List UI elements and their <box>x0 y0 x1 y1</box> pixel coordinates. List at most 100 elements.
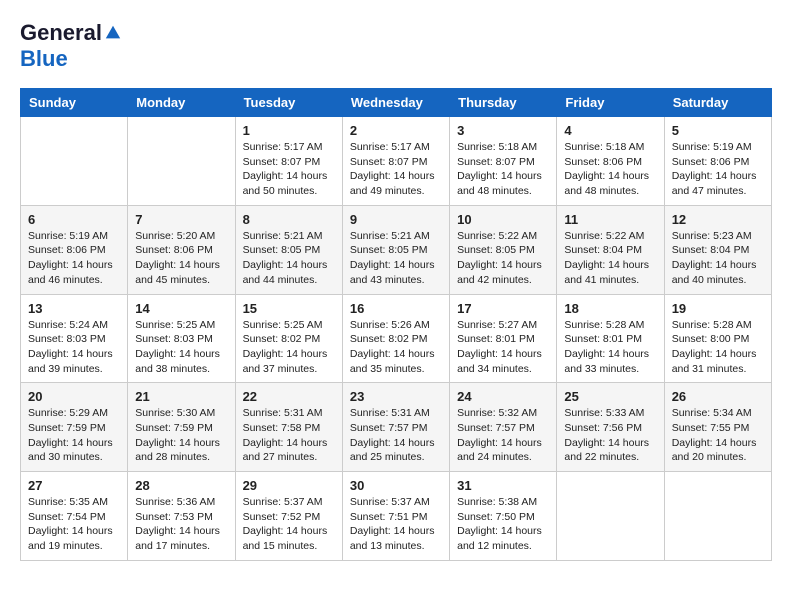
cell-line: Daylight: 14 hours and 13 minutes. <box>350 525 435 552</box>
cell-line: Sunset: 8:06 PM <box>135 244 213 256</box>
weekday-header-friday: Friday <box>557 89 664 117</box>
day-number: 8 <box>243 212 335 227</box>
calendar-cell: 17Sunrise: 5:27 AMSunset: 8:01 PMDayligh… <box>450 294 557 383</box>
cell-line: Daylight: 14 hours and 31 minutes. <box>672 348 757 375</box>
cell-content: Sunrise: 5:22 AMSunset: 8:04 PMDaylight:… <box>564 229 656 288</box>
cell-content: Sunrise: 5:31 AMSunset: 7:58 PMDaylight:… <box>243 406 335 465</box>
weekday-header-monday: Monday <box>128 89 235 117</box>
calendar-cell: 25Sunrise: 5:33 AMSunset: 7:56 PMDayligh… <box>557 383 664 472</box>
page-header: General Blue <box>20 20 772 72</box>
calendar-cell: 27Sunrise: 5:35 AMSunset: 7:54 PMDayligh… <box>21 472 128 561</box>
calendar-cell: 21Sunrise: 5:30 AMSunset: 7:59 PMDayligh… <box>128 383 235 472</box>
cell-line: Sunrise: 5:34 AM <box>672 407 752 419</box>
cell-content: Sunrise: 5:30 AM Sunset: 7:59 PM Daylight:… <box>135 406 227 465</box>
day-number: 2 <box>350 123 442 138</box>
calendar-week-3: 13Sunrise: 5:24 AMSunset: 8:03 PMDayligh… <box>21 294 772 383</box>
cell-line: Sunrise: 5:38 AM <box>457 496 537 508</box>
cell-content: Sunrise: 5:27 AMSunset: 8:01 PMDaylight:… <box>457 318 549 377</box>
cell-content: Sunrise: 5:21 AMSunset: 8:05 PMDaylight:… <box>243 229 335 288</box>
day-number: 4 <box>564 123 656 138</box>
cell-line: Sunrise: 5:28 AM <box>564 319 644 331</box>
cell-line: Sunrise: 5:17 AM <box>350 141 430 153</box>
cell-line: Sunset: 7:58 PM <box>243 422 321 434</box>
cell-line: Daylight: 14 hours and 47 minutes. <box>672 170 757 197</box>
calendar-cell: 26Sunrise: 5:34 AMSunset: 7:55 PMDayligh… <box>664 383 771 472</box>
cell-line: Sunset: 8:02 PM <box>243 333 321 345</box>
cell-content: Sunrise: 5:21 AMSunset: 8:05 PMDaylight:… <box>350 229 442 288</box>
cell-line: Daylight: 14 hours and 49 minutes. <box>350 170 435 197</box>
cell-content: Sunrise: 5:28 AM Sunset: 8:00 PM Daylight:… <box>672 318 764 377</box>
cell-line: Sunset: 8:02 PM <box>350 333 428 345</box>
day-number: 31 <box>457 478 549 493</box>
cell-line: Sunrise: 5:19 AM <box>672 141 752 153</box>
calendar-cell: 4 Sunrise: 5:18 AMSunset: 8:06 PMDaylight… <box>557 117 664 206</box>
cell-content: Sunrise: 5:19 AMSunset: 8:06 PMDaylight:… <box>28 229 120 288</box>
calendar-cell: 28Sunrise: 5:36 AMSunset: 7:53 PMDayligh… <box>128 472 235 561</box>
cell-line: Sunrise: 5:31 AM <box>350 407 430 419</box>
cell-line: Sunset: 7:57 PM <box>457 422 535 434</box>
calendar-cell: 6 Sunrise: 5:19 AMSunset: 8:06 PMDaylight… <box>21 205 128 294</box>
cell-line: Daylight: 14 hours and 44 minutes. <box>243 259 328 286</box>
calendar-cell: 14Sunrise: 5:25 AMSunset: 8:03 PMDayligh… <box>128 294 235 383</box>
cell-line: Sunrise: 5:30 AM <box>135 407 215 419</box>
cell-line: Daylight: 14 hours and 27 minutes. <box>243 437 328 464</box>
cell-line: Sunset: 8:04 PM <box>672 244 750 256</box>
cell-content: Sunrise: 5:22 AMSunset: 8:05 PMDaylight:… <box>457 229 549 288</box>
weekday-header-thursday: Thursday <box>450 89 557 117</box>
cell-content: Sunrise: 5:38 AMSunset: 7:50 PMDaylight:… <box>457 495 549 554</box>
cell-line: Daylight: 14 hours and 22 minutes. <box>564 437 649 464</box>
day-number: 14 <box>135 301 227 316</box>
day-number: 24 <box>457 389 549 404</box>
calendar-cell: 11Sunrise: 5:22 AMSunset: 8:04 PMDayligh… <box>557 205 664 294</box>
cell-content: Sunrise: 5:17 AMSunset: 8:07 PMDaylight:… <box>243 140 335 199</box>
calendar-cell: 20Sunrise: 5:29 AMSunset: 7:59 PMDayligh… <box>21 383 128 472</box>
cell-content: Sunrise: 5:37 AMSunset: 7:51 PMDaylight:… <box>350 495 442 554</box>
day-number: 6 <box>28 212 120 227</box>
calendar-cell: 3Sunrise: 5:18 AMSunset: 8:07 PMDaylight… <box>450 117 557 206</box>
cell-line: Sunset: 7:59 PM <box>135 422 213 434</box>
calendar-cell: 29Sunrise: 5:37 AMSunset: 7:52 PMDayligh… <box>235 472 342 561</box>
cell-content: Sunrise: 5:35 AMSunset: 7:54 PMDaylight:… <box>28 495 120 554</box>
calendar-cell: 23Sunrise: 5:31 AMSunset: 7:57 PMDayligh… <box>342 383 449 472</box>
calendar-cell: 1 Sunrise: 5:17 AMSunset: 8:07 PMDaylight… <box>235 117 342 206</box>
cell-line: Sunrise: 5:21 AM <box>350 230 430 242</box>
calendar-cell: 12 Sunrise: 5:23 AMSunset: 8:04 PMDayligh… <box>664 205 771 294</box>
cell-line: Sunrise: 5:18 AM <box>457 141 537 153</box>
cell-content: Sunrise: 5:32 AMSunset: 7:57 PMDaylight:… <box>457 406 549 465</box>
calendar-cell <box>128 117 235 206</box>
cell-line: Sunrise: 5:29 AM <box>28 407 108 419</box>
cell-line: Sunset: 8:00 PM <box>672 333 750 345</box>
cell-line: Sunset: 8:06 PM <box>564 156 642 168</box>
weekday-header-tuesday: Tuesday <box>235 89 342 117</box>
day-number: 20 <box>28 389 120 404</box>
cell-line: Sunset: 8:05 PM <box>350 244 428 256</box>
day-number: 5 <box>672 123 764 138</box>
cell-line: Sunset: 8:06 PM <box>28 244 106 256</box>
day-number: 9 <box>350 212 442 227</box>
cell-line: Sunrise: 5:28 AM <box>672 319 752 331</box>
cell-line: Sunset: 8:01 PM <box>564 333 642 345</box>
cell-line: Daylight: 14 hours and 37 minutes. <box>243 348 328 375</box>
calendar-cell: 16Sunrise: 5:26 AMSunset: 8:02 PMDayligh… <box>342 294 449 383</box>
cell-line: Daylight: 14 hours and 40 minutes. <box>672 259 757 286</box>
day-number: 12 <box>672 212 764 227</box>
cell-line: Daylight: 14 hours and 38 minutes. <box>135 348 220 375</box>
cell-content: Sunrise: 5:23 AMSunset: 8:04 PMDaylight:… <box>672 229 764 288</box>
cell-content: Sunrise: 5:18 AMSunset: 8:06 PMDaylight:… <box>564 140 656 199</box>
cell-line: Sunrise: 5:20 AM <box>135 230 215 242</box>
cell-line: Sunset: 7:53 PM <box>135 511 213 523</box>
calendar-cell <box>21 117 128 206</box>
cell-line: Daylight: 14 hours and 30 minutes. <box>28 437 113 464</box>
calendar-cell: 13Sunrise: 5:24 AMSunset: 8:03 PMDayligh… <box>21 294 128 383</box>
calendar-cell: 15Sunrise: 5:25 AMSunset: 8:02 PMDayligh… <box>235 294 342 383</box>
logo-icon <box>104 24 122 42</box>
logo-blue: Blue <box>20 46 122 72</box>
cell-content: Sunrise: 5:34 AMSunset: 7:55 PMDaylight:… <box>672 406 764 465</box>
cell-line: Sunset: 8:05 PM <box>457 244 535 256</box>
cell-line: Daylight: 14 hours and 35 minutes. <box>350 348 435 375</box>
cell-content: Sunrise: 5:18 AMSunset: 8:07 PMDaylight:… <box>457 140 549 199</box>
cell-line: Sunrise: 5:36 AM <box>135 496 215 508</box>
cell-line: Sunrise: 5:26 AM <box>350 319 430 331</box>
cell-line: Daylight: 14 hours and 28 minutes. <box>135 437 220 464</box>
day-number: 1 <box>243 123 335 138</box>
